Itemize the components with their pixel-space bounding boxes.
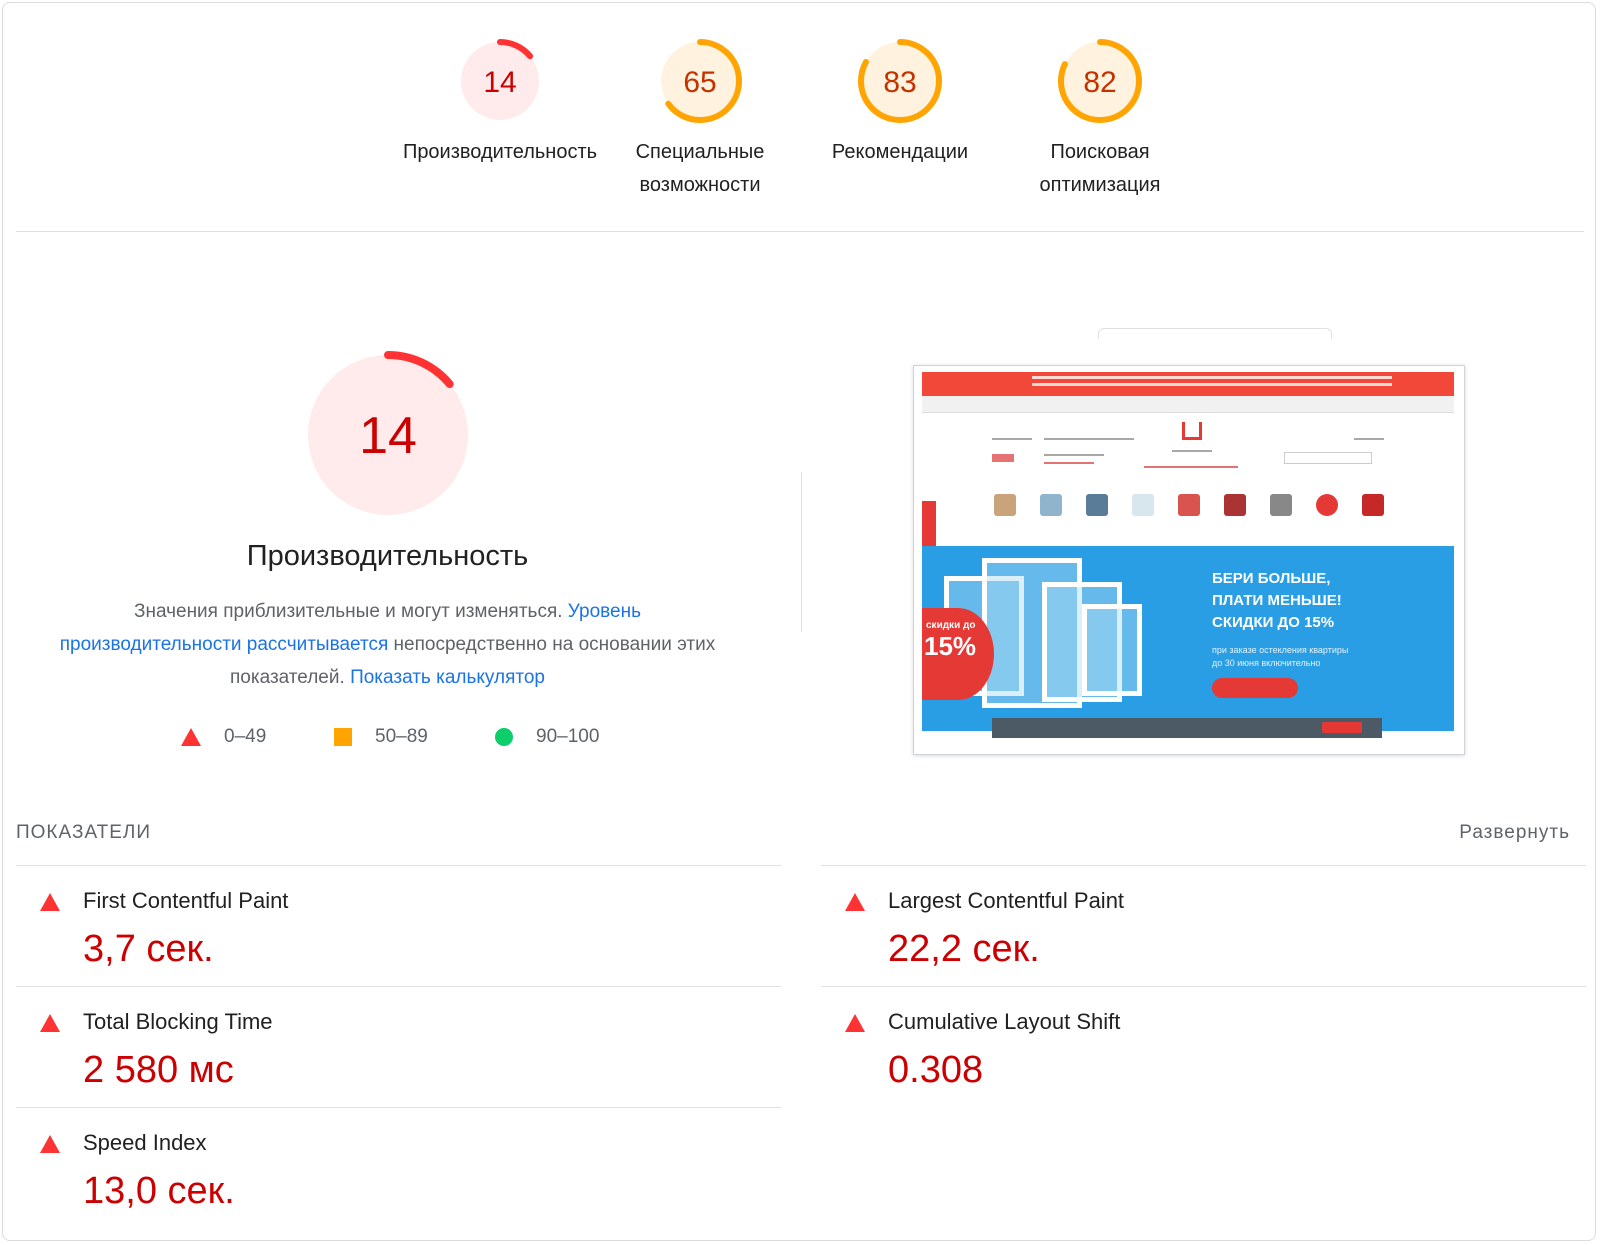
badge-label: скидки до (926, 620, 976, 631)
row-divider (16, 865, 781, 866)
fail-triangle-icon (845, 893, 865, 911)
performance-title: Производительность (246, 540, 529, 572)
promo-sub-line: при заказе остекления квартиры (1212, 645, 1349, 655)
discount-badge: скидки до 15% (922, 608, 994, 700)
promo-line: БЕРИ БОЛЬШЕ, (1212, 570, 1331, 587)
divider (16, 231, 1584, 232)
legend-range: 0–49 (224, 726, 267, 747)
metric-value: 2 580 мс (83, 1049, 234, 1091)
gauge-label: Специальные возможности (635, 141, 765, 196)
metric-value: 3,7 сек. (83, 928, 214, 970)
metric-value: 0.308 (888, 1049, 984, 1091)
metrics-heading: ПОКАЗАТЕЛИ (16, 822, 152, 843)
brand-logo-icon (1182, 422, 1202, 440)
svg-text:83: 83 (883, 66, 916, 99)
expand-toggle[interactable]: Развернуть (1459, 822, 1570, 844)
screenshot-frame-top (1098, 328, 1332, 339)
metric-name: Largest Contentful Paint (888, 888, 1125, 913)
performance-big-gauge: 14 (288, 348, 488, 519)
row-divider (16, 986, 781, 987)
gauge-label: Рекомендации (831, 141, 969, 163)
vertical-divider (801, 472, 802, 632)
promo-sub-line: до 30 июня включительно (1212, 658, 1321, 668)
square-icon (334, 728, 352, 746)
metric-name: Total Blocking Time (83, 1009, 273, 1034)
metric-name: First Contentful Paint (83, 888, 289, 913)
screenshot-category-icons (984, 494, 1384, 530)
screenshot-cookie-bar (992, 718, 1382, 738)
badge-value: 15% (924, 631, 977, 661)
page-screenshot: скидки до 15% БЕРИ БОЛЬШЕ, ПЛАТИ МЕНЬШЕ!… (913, 365, 1465, 755)
promo-heading: БЕРИ БОЛЬШЕ, ПЛАТИ МЕНЬШЕ! СКИДКИ ДО 15% (1212, 568, 1342, 634)
promo-line: ПЛАТИ МЕНЬШЕ! (1212, 592, 1342, 609)
legend-range: 90–100 (536, 726, 600, 747)
screenshot-promo-bar (922, 372, 1454, 396)
fail-triangle-icon (40, 1135, 60, 1153)
triangle-icon (181, 728, 201, 746)
performance-score: 14 (359, 407, 417, 465)
metric-value: 22,2 сек. (888, 928, 1040, 970)
screenshot-hero-banner: скидки до 15% БЕРИ БОЛЬШЕ, ПЛАТИ МЕНЬШЕ!… (922, 546, 1454, 731)
best-practices-gauge-icon: 83 (858, 39, 942, 123)
gauge-label: Поисковая оптимизация (1039, 141, 1161, 196)
gauge-seo[interactable]: 82 Поисковая оптимизация (1000, 36, 1200, 202)
metric-name: Speed Index (83, 1130, 207, 1155)
circle-icon (495, 728, 513, 746)
row-divider (821, 865, 1586, 866)
svg-text:14: 14 (483, 66, 516, 99)
row-divider (16, 1107, 781, 1108)
performance-gauge-icon: 14 (458, 39, 542, 123)
svg-text:82: 82 (1083, 66, 1116, 99)
gauge-accessibility[interactable]: 65 Специальные возможности (600, 36, 800, 202)
screenshot-city-bar (922, 396, 1454, 413)
score-legend: 0–49 50–89 90–100 (0, 726, 775, 756)
metric-name: Cumulative Layout Shift (888, 1009, 1121, 1034)
gauge-performance[interactable]: 14 Производительность (400, 36, 600, 169)
seo-gauge-icon: 82 (1058, 39, 1142, 123)
performance-big-gauge-icon: 14 (304, 351, 472, 519)
fail-triangle-icon (845, 1014, 865, 1032)
fail-triangle-icon (40, 893, 60, 911)
gauge-label: Производительность (402, 141, 598, 163)
category-gauges: 14 Производительность 65 Специальные воз… (0, 36, 1600, 206)
accessibility-gauge-icon: 65 (658, 39, 742, 123)
performance-description: Значения приблизительные и могут изменят… (50, 595, 725, 694)
legend-item-fail: 0–49 (180, 726, 266, 748)
legend-range: 50–89 (375, 726, 428, 747)
fail-triangle-icon (40, 1014, 60, 1032)
promo-line: СКИДКИ ДО 15% (1212, 614, 1335, 631)
description-text: Значения приблизительные и могут изменят… (133, 601, 568, 622)
promo-details-button (1212, 678, 1298, 698)
show-calculator-link[interactable]: Показать калькулятор (350, 667, 545, 688)
row-divider (821, 986, 1586, 987)
promo-subtext: при заказе остекления квартиры до 30 июн… (1212, 644, 1348, 670)
gauge-best-practices[interactable]: 83 Рекомендации (800, 36, 1000, 169)
svg-text:65: 65 (683, 66, 716, 99)
legend-item-average: 50–89 (333, 726, 428, 748)
metric-value: 13,0 сек. (83, 1170, 235, 1212)
legend-item-pass: 90–100 (494, 726, 599, 748)
